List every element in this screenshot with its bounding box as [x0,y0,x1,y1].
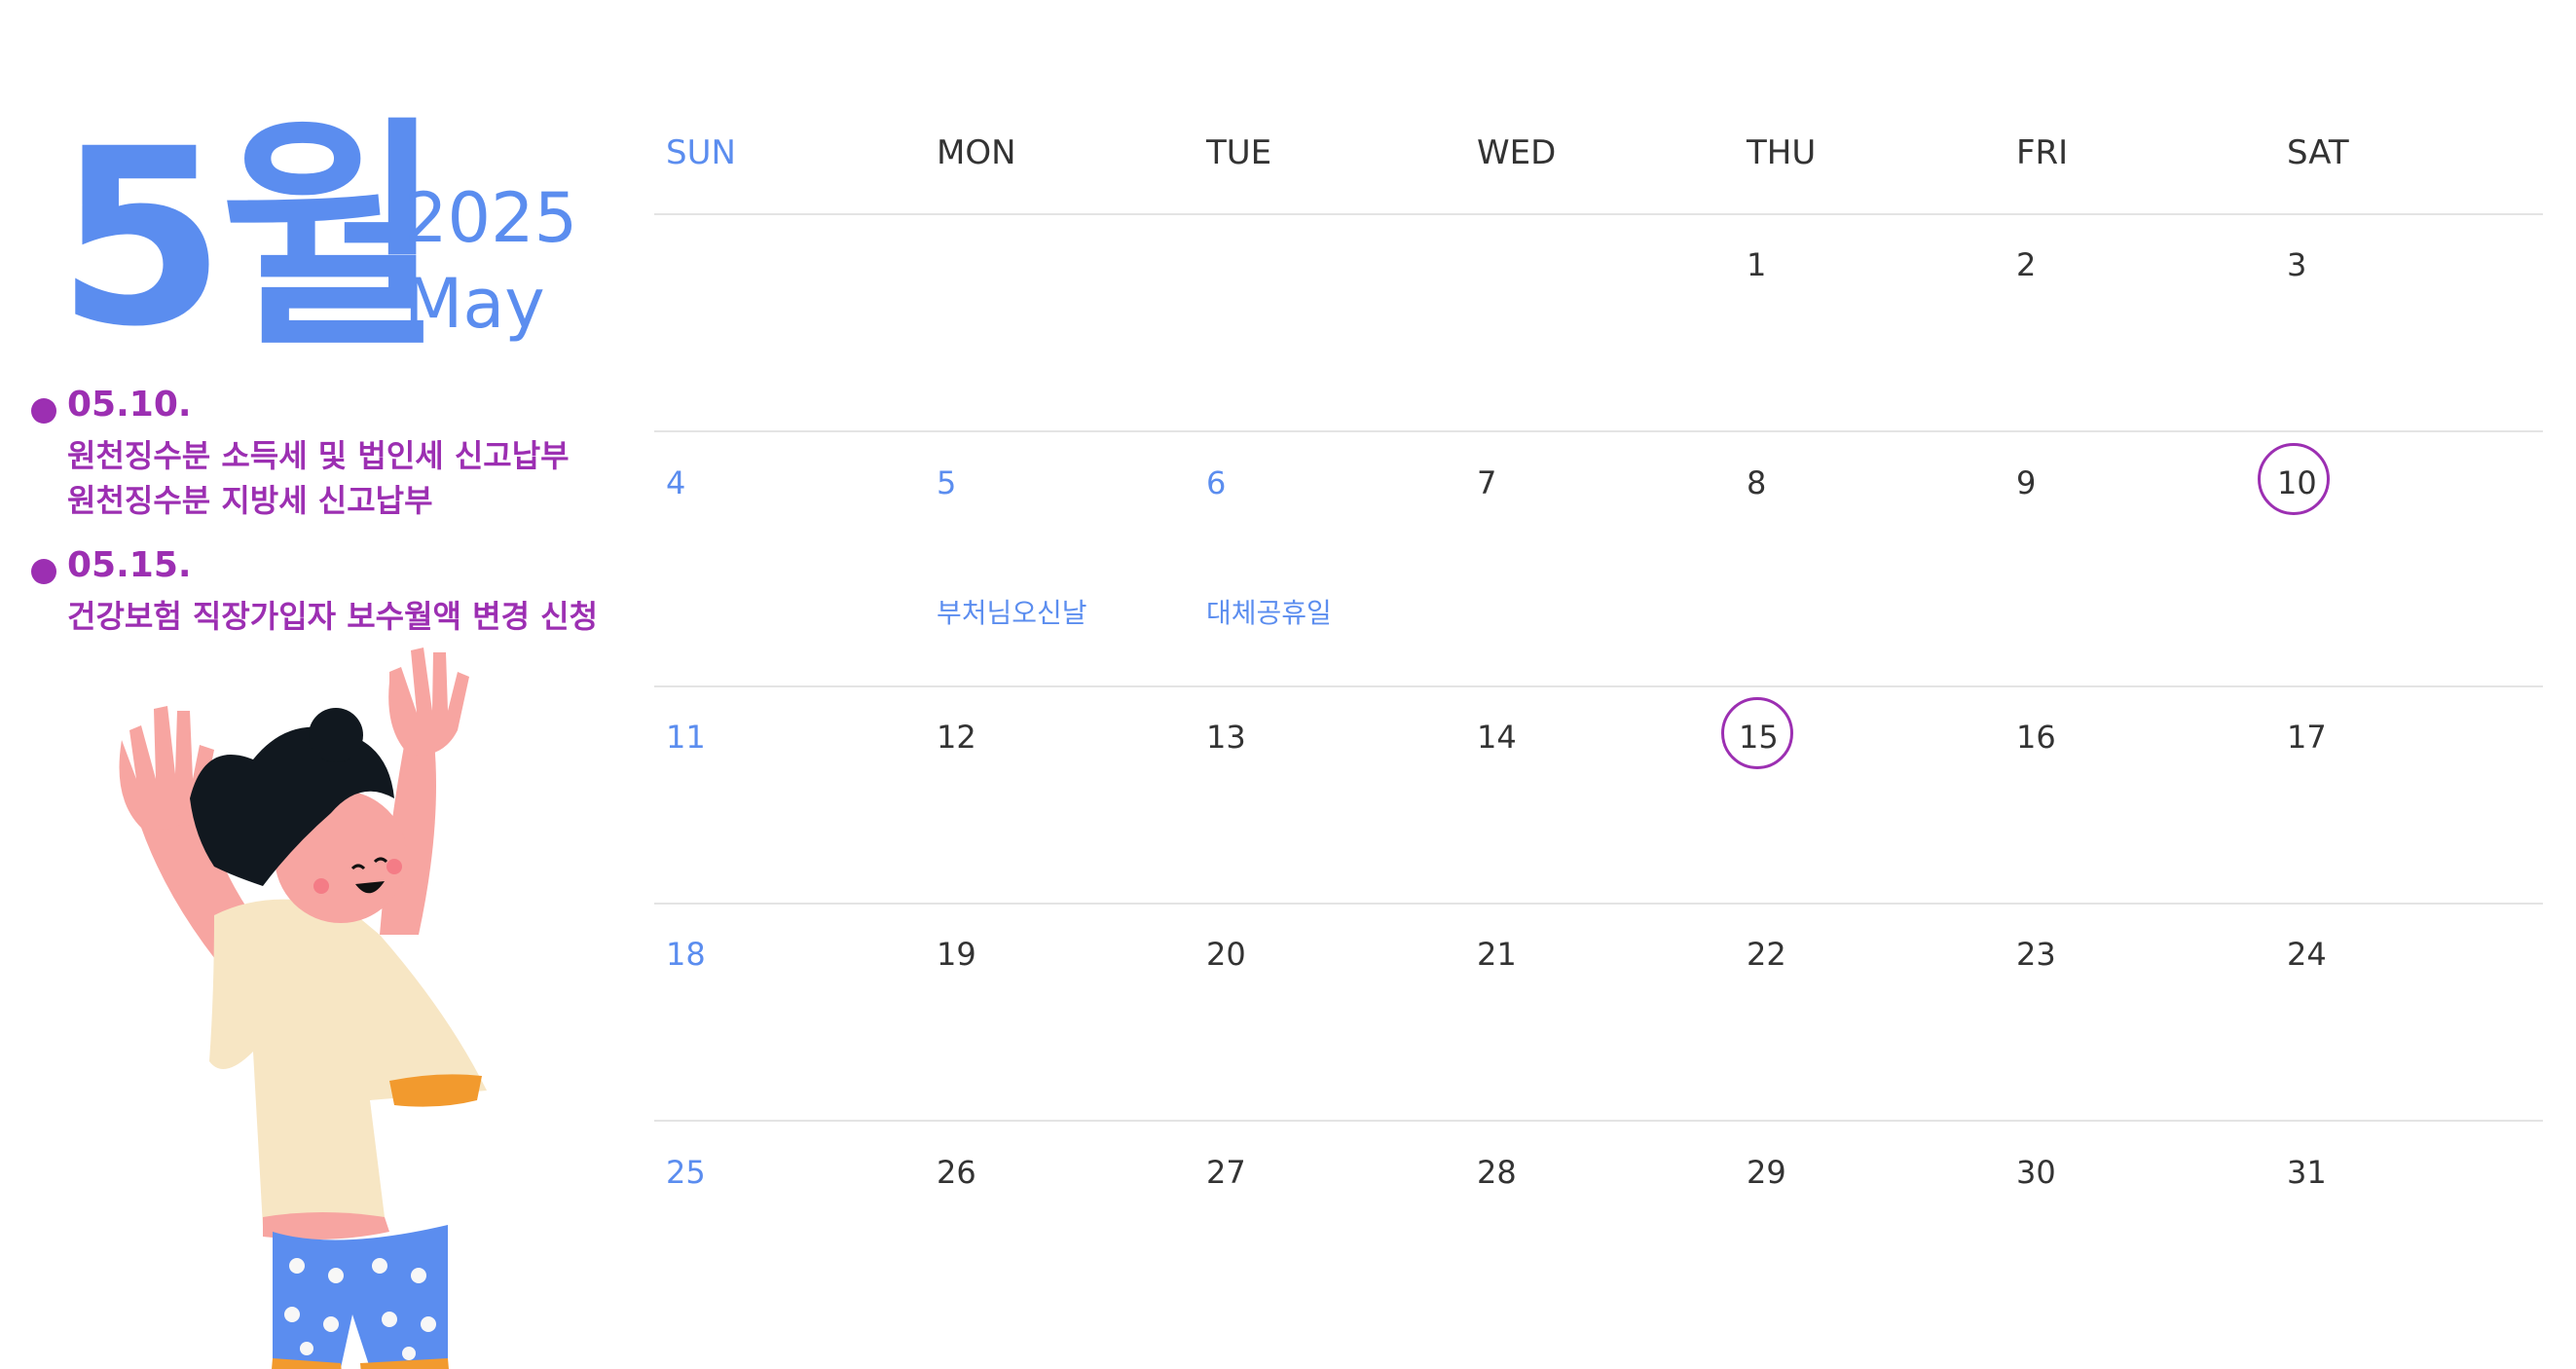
day-cell: 14 [1477,719,1517,756]
day-cell: 4 [666,464,686,501]
calendar-grid: SUN MON TUE WED THU FRI SAT 1 2 3 4 5 6 … [654,0,2543,1369]
day-cell: 27 [1206,1154,1246,1191]
event-description: 원천징수분 소득세 및 법인세 신고납부 [67,437,570,474]
day-cell: 23 [2016,936,2056,973]
day-cell: 26 [937,1154,976,1191]
day-cell: 2 [2016,246,2037,283]
day-cell: 29 [1747,1154,1786,1191]
day-cell: 16 [2016,719,2056,756]
day-cell: 31 [2287,1154,2327,1191]
day-cell: 8 [1747,464,1767,501]
day-cell: 30 [2016,1154,2056,1191]
weekday-header-tue: TUE [1206,133,1272,172]
weekday-header-fri: FRI [2016,133,2069,172]
day-cell: 7 [1477,464,1497,501]
day-cell: 5 [937,464,957,501]
day-cell: 11 [666,719,706,756]
day-cell: 28 [1477,1154,1517,1191]
row-divider [654,903,2543,905]
month-english-label: May [404,264,545,344]
event-date: 05.15. [67,545,192,585]
holiday-label: 부처님오신날 [937,597,1087,629]
day-cell: 10 [2277,464,2317,501]
holiday-label: 대체공휴일 [1206,597,1332,629]
day-cell: 1 [1747,246,1767,283]
day-cell: 3 [2287,246,2307,283]
month-subtitle: 2025 May [404,175,577,347]
day-cell: 17 [2287,719,2327,756]
day-cell: 15 [1739,719,1779,756]
weekday-header-sat: SAT [2287,133,2349,172]
weekday-header-mon: MON [937,133,1016,172]
day-cell: 9 [2016,464,2037,501]
day-cell: 20 [1206,936,1246,973]
day-cell: 21 [1477,936,1517,973]
row-divider [654,1120,2543,1122]
event-date: 05.10. [67,385,192,425]
row-divider [654,430,2543,432]
day-cell: 13 [1206,719,1246,756]
day-cell: 25 [666,1154,706,1191]
day-cell: 12 [937,719,976,756]
year-label: 2025 [404,178,578,258]
day-cell: 19 [937,936,976,973]
weekday-header-wed: WED [1477,133,1557,172]
bullet-dot [31,398,56,424]
weekday-header-sun: SUN [666,133,736,172]
event-description: 건강보험 직장가입자 보수월액 변경 신청 [67,598,599,635]
day-cell: 18 [666,936,706,973]
day-cell: 6 [1206,464,1227,501]
row-divider [654,213,2543,215]
day-cell: 22 [1747,936,1786,973]
row-divider [654,685,2543,687]
day-cell: 24 [2287,936,2327,973]
month-title: 5월 [56,96,444,380]
cheering-child-illustration [119,648,487,1369]
event-description: 원천징수분 지방세 신고납부 [67,482,433,519]
weekday-header-thu: THU [1747,133,1817,172]
bullet-dot [31,559,56,584]
